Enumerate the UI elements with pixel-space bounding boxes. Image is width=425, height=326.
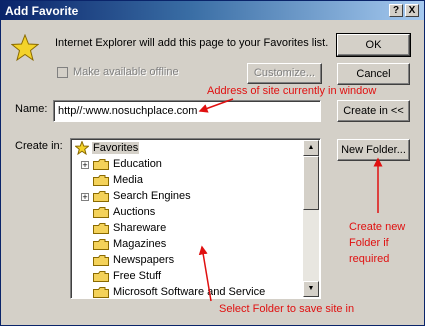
arrow-to-folder-tree bbox=[198, 245, 212, 302]
add-favorite-dialog: Add Favorite ? X Internet Explorer will … bbox=[0, 0, 425, 326]
annotation-arrows bbox=[198, 98, 383, 302]
arrow-to-name-field bbox=[198, 98, 234, 113]
